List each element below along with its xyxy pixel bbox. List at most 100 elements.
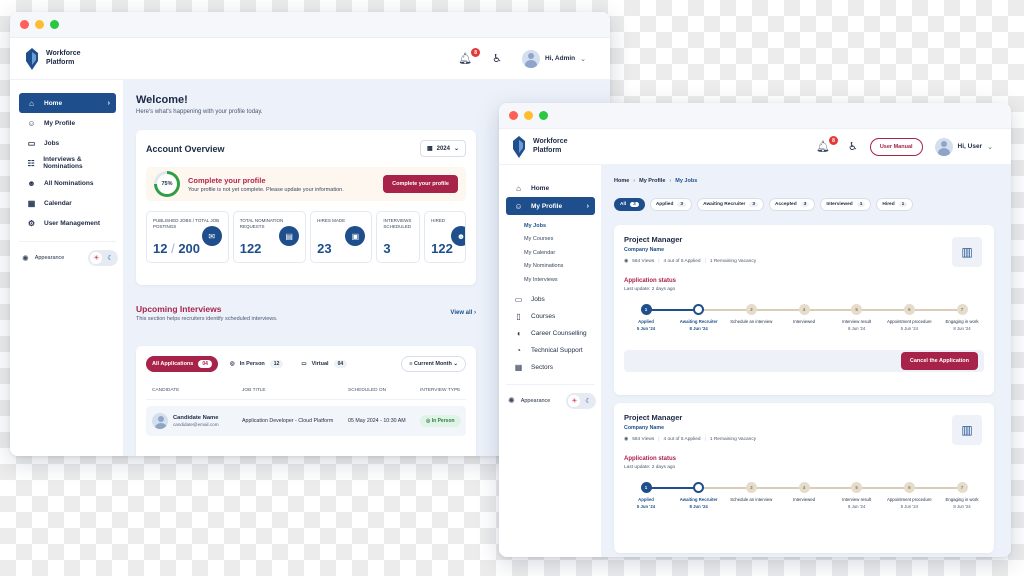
company-name[interactable]: Company Name	[624, 247, 984, 253]
job-title[interactable]: Project Manager	[624, 235, 984, 244]
users-icon: ☻	[27, 178, 36, 188]
step-date: 8 Jun '24	[953, 504, 971, 509]
vacancy-count: 1 Remaining Vacancy	[709, 259, 757, 264]
step-label: Schedule an interview	[730, 497, 773, 502]
company-name[interactable]: Company Name	[624, 425, 984, 431]
accessibility-icon[interactable]: ♿︎	[492, 52, 502, 65]
moon-icon[interactable]: ☾	[582, 395, 594, 407]
pill-hired[interactable]: Hired 1	[876, 198, 914, 211]
sidebar-item-all-nominations[interactable]: ☻ All Nominations	[19, 173, 116, 193]
table-row[interactable]: Candidate Name candidate@email.com Appli…	[146, 406, 466, 436]
sidebar-item-interviews[interactable]: ☷ Interviews & Nominations	[19, 153, 116, 173]
sidebar-item-jobs[interactable]: ▭ Jobs	[19, 133, 116, 153]
sun-icon[interactable]: ☀	[90, 252, 103, 264]
sub-item-my-courses[interactable]: My Courses	[524, 233, 595, 247]
job-title[interactable]: Project Manager	[624, 413, 984, 422]
sub-item-my-jobs[interactable]: My Jobs	[524, 219, 595, 233]
sidebar-item-home[interactable]: ⌂ Home ›	[19, 93, 116, 113]
sidebar-item-label: My Profile	[531, 202, 563, 210]
view-all-link[interactable]: View all ›	[450, 310, 476, 316]
column-header[interactable]: Job Title	[242, 388, 348, 393]
sub-item-my-calendar[interactable]: My Calendar	[524, 246, 595, 260]
brand-logo[interactable]: Workforce Platform	[511, 135, 568, 158]
filter-in-person[interactable]: ◎ In Person 12	[224, 356, 289, 372]
theme-toggle[interactable]: ☀ ☾	[88, 250, 119, 266]
sub-item-my-nominations[interactable]: My Nominations	[524, 260, 595, 274]
avatar	[522, 49, 541, 68]
close-window-button[interactable]	[20, 20, 29, 29]
pill-all[interactable]: All 3	[614, 198, 645, 211]
column-header[interactable]: Scheduled On	[348, 388, 420, 393]
breadcrumb-home[interactable]: Home	[614, 178, 629, 184]
breadcrumb-my-profile[interactable]: My Profile	[639, 178, 665, 184]
status-step: 7 Engaging in work 8 Jun '24	[932, 482, 992, 509]
maximize-window-button[interactable]	[539, 111, 548, 120]
filter-label: All Applications	[152, 361, 194, 367]
step-date: 8 Jun '24	[953, 326, 971, 331]
user-cog-icon: ⚙	[27, 218, 36, 228]
step-dot: 1	[640, 482, 652, 493]
theme-toggle[interactable]: ☀ ☾	[566, 392, 597, 409]
accessibility-icon[interactable]: ♿︎	[848, 140, 858, 153]
sidebar-item-technical-support[interactable]: ◔ Technical Support	[506, 342, 595, 359]
step-dot: 3	[745, 304, 757, 315]
complete-profile-button[interactable]: Complete your profile	[383, 175, 458, 193]
sidebar-item-calendar[interactable]: ▦ Calendar	[19, 193, 116, 213]
pill-interviewed[interactable]: Interviewed 1	[820, 198, 872, 211]
year-select[interactable]: ▦ 2024 ⌄	[419, 140, 466, 157]
filter-label: Virtual	[311, 361, 329, 367]
notifications-button[interactable]: 🔔︎ 8	[816, 136, 838, 153]
sidebar-item-career-counselling[interactable]: ◖ Career Counselling	[506, 325, 595, 342]
pill-accepted[interactable]: Accepted 3	[769, 198, 816, 211]
filter-virtual[interactable]: ▭ Virtual 04	[295, 356, 353, 372]
maximize-window-button[interactable]	[50, 20, 59, 29]
step-dot: 3	[745, 482, 757, 493]
applied-count: 4 out of 5 Applied	[663, 437, 701, 442]
divider	[506, 383, 595, 385]
cancel-application-button[interactable]: Cancel the Application	[900, 352, 978, 370]
pill-applied[interactable]: Applied 3	[649, 198, 693, 211]
sidebar-item-home[interactable]: ⌂ Home	[506, 179, 595, 197]
chevron-down-icon: ⌄	[580, 55, 586, 63]
sidebar: ⌂ Home ☺ My Profile › My Jobs My Courses…	[499, 165, 602, 557]
step-dot: 6	[903, 482, 915, 493]
user-manual-button[interactable]: User Manual	[869, 137, 923, 156]
status-step: 4 Interviewed	[774, 482, 834, 504]
sidebar-item-user-management[interactable]: ⚙ User Management	[19, 213, 116, 233]
month-filter-select[interactable]: ≡ Current Month ⌄	[401, 356, 466, 372]
sun-icon[interactable]: ☀	[568, 394, 581, 407]
notifications-button[interactable]: 🔔︎ 8	[458, 48, 481, 65]
stat-label: Hires Made	[317, 218, 346, 223]
brand-logo[interactable]: Workforce Platform	[24, 47, 81, 70]
step-label: Applied	[638, 497, 654, 502]
filter-all-applications[interactable]: All Applications 04	[146, 356, 218, 372]
user-menu[interactable]: Hi, Admin ⌄	[522, 49, 586, 68]
status-step: Awaiting Recruiter 8 Jun '24	[669, 304, 729, 331]
column-header[interactable]: Interview Type	[420, 388, 466, 393]
status-step: 3 Schedule an interview	[721, 304, 781, 326]
status-stepper: 1 Applied 5 Jun '24 Awaiting Recruiter 8 Jun…	[624, 482, 984, 522]
user-menu[interactable]: Hi, User ⌄	[934, 137, 993, 156]
sidebar-item-my-profile[interactable]: ☺ My Profile ›	[506, 197, 595, 215]
sidebar-item-courses[interactable]: ▯ Courses	[506, 308, 595, 325]
minimize-window-button[interactable]	[524, 111, 533, 120]
status-step: 3 Schedule an interview	[721, 482, 781, 504]
column-header[interactable]: Candidate	[146, 388, 242, 393]
pill-awaiting-recruiter[interactable]: Awaiting Recruiter 3	[697, 198, 765, 211]
step-date: 8 Jun '24	[689, 326, 708, 331]
interviews-card: All Applications 04 ◎ In Person 12 ▭ Vir…	[136, 346, 476, 456]
step-dot: 4	[798, 304, 810, 315]
sidebar-item-label: Courses	[531, 312, 556, 320]
sidebar-item-label: Jobs	[531, 295, 545, 303]
minimize-window-button[interactable]	[35, 20, 44, 29]
chevron-down-icon: ⌄	[453, 361, 458, 367]
gear-icon: ✺	[508, 396, 515, 405]
sidebar-item-my-profile[interactable]: ☺ My Profile	[19, 113, 116, 133]
close-window-button[interactable]	[509, 111, 518, 120]
step-dot: 6	[903, 304, 915, 315]
sidebar-item-sectors[interactable]: ▦ Sectors	[506, 359, 595, 376]
sidebar-item-jobs[interactable]: ▭ Jobs	[506, 291, 595, 308]
sub-item-my-interviews[interactable]: My Interviews	[524, 273, 595, 287]
sidebar-item-label: Technical Support	[531, 346, 583, 354]
moon-icon[interactable]: ☾	[104, 252, 116, 264]
